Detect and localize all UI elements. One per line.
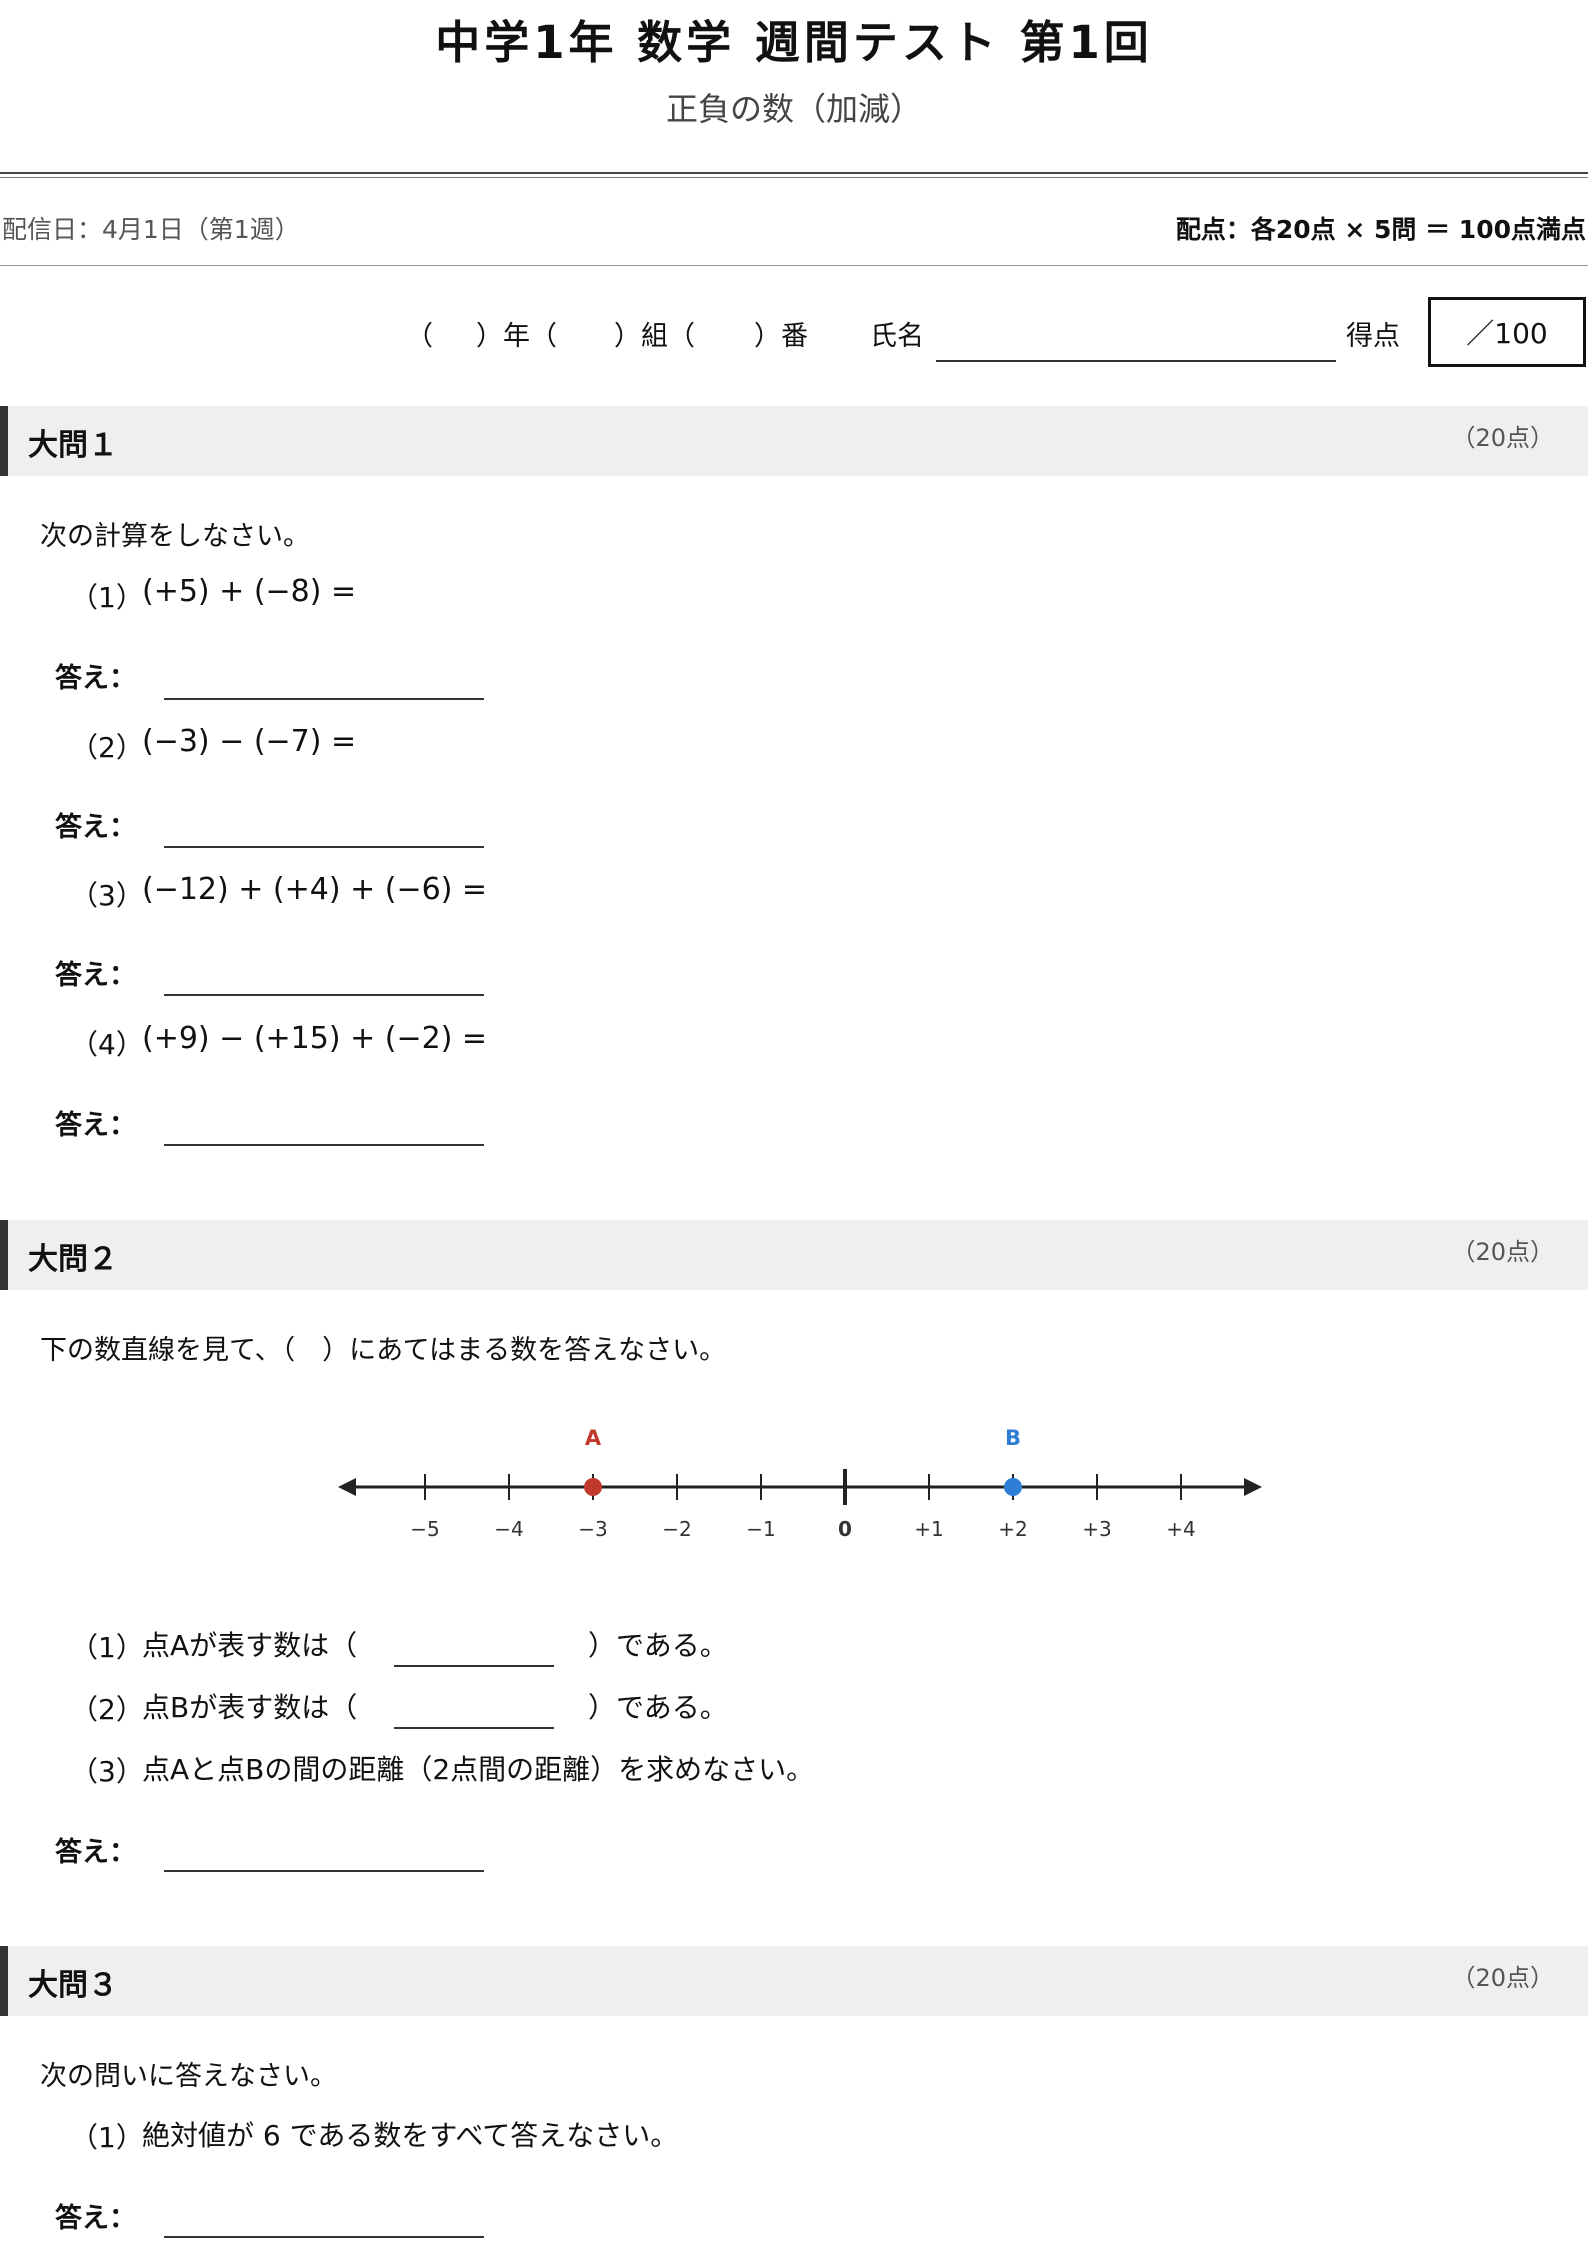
name-field[interactable] <box>936 360 1336 362</box>
question-text: 点Aが表す数は（ <box>142 1629 358 1662</box>
number-line: −5 −4 −3 −2 −1 0 +1 +2 +3 +4 A B <box>338 1426 1262 1541</box>
number-label: ）番 <box>754 321 808 352</box>
section-instruction-1: 次の計算をしなさい。 <box>40 521 310 552</box>
section-header-1 <box>0 406 1588 476</box>
answer-field[interactable] <box>164 698 484 700</box>
year-label: ）年（ <box>476 321 557 352</box>
tick-label: −2 <box>662 1517 691 1541</box>
blank-field[interactable] <box>394 1727 554 1729</box>
answer-label: 答え： <box>55 960 136 991</box>
tick-label: +1 <box>914 1517 943 1541</box>
tick-label: −1 <box>746 1517 775 1541</box>
question-text: (−12) + (+4) + (−6) = <box>142 872 488 907</box>
delivery-date: 配信日：4月1日（第1週） <box>2 215 300 244</box>
tick-label: +3 <box>1082 1517 1111 1541</box>
question-text-suffix: ）である。 <box>588 1691 728 1724</box>
question-number: （4） <box>70 1028 144 1061</box>
tick-label: +2 <box>998 1517 1027 1541</box>
section-instruction-2: 下の数直線を見て、（ ）にあてはまる数を答えなさい。 <box>40 1335 727 1366</box>
point-a-marker <box>584 1478 602 1496</box>
score-label: 得点 <box>1346 321 1400 352</box>
question-text: (+9) − (+15) + (−2) = <box>142 1021 488 1056</box>
point-b-marker <box>1004 1478 1022 1496</box>
question-number: （1） <box>70 2121 144 2154</box>
page-subtitle: 正負の数（加減） <box>665 90 922 128</box>
arrow-right-icon <box>1244 1478 1262 1496</box>
question-text: 点Bが表す数は（ <box>142 1691 358 1724</box>
answer-field[interactable] <box>164 1870 484 1872</box>
question-text: (−3) − (−7) = <box>142 724 357 759</box>
point-a-label: A <box>585 1426 602 1450</box>
question-text: 絶対値が 6 である数をすべて答えなさい。 <box>142 2119 679 2152</box>
section-title-2: 大問２ <box>28 1242 118 1277</box>
question-number: （1） <box>70 1631 144 1664</box>
year-open-paren: （ <box>406 321 433 352</box>
section-points-1: （20点） <box>1451 424 1554 452</box>
question-text: (+5) + (−8) = <box>142 574 357 609</box>
tick-label: −4 <box>494 1517 523 1541</box>
scoring-info: 配点：各20点 × 5問 ＝ 100点満点 <box>1175 215 1586 244</box>
answer-field[interactable] <box>164 2236 484 2238</box>
answer-field[interactable] <box>164 994 484 996</box>
name-label: 氏名 <box>870 321 924 352</box>
question-number: （3） <box>70 879 144 912</box>
header-divider <box>0 172 1588 174</box>
section-title-1: 大問１ <box>28 428 118 463</box>
answer-label: 答え： <box>55 663 136 694</box>
section-header-2 <box>0 1220 1588 1290</box>
answer-field[interactable] <box>164 846 484 848</box>
tick-label: −3 <box>578 1517 607 1541</box>
section-title-3: 大問３ <box>28 1968 118 2003</box>
question-number: （3） <box>70 1755 144 1788</box>
question-number: （2） <box>70 1693 144 1726</box>
point-b-label: B <box>1005 1426 1021 1450</box>
page-title: 中学1年 数学 週間テスト 第1回 <box>435 16 1153 69</box>
arrow-left-icon <box>338 1478 356 1496</box>
section-header-3 <box>0 1946 1588 2016</box>
tick-label: +4 <box>1166 1517 1195 1541</box>
meta-divider <box>0 265 1588 266</box>
section-points-3: （20点） <box>1451 1964 1554 1992</box>
answer-label: 答え： <box>55 1837 136 1868</box>
answer-label: 答え： <box>55 1110 136 1141</box>
question-text-suffix: ）である。 <box>588 1629 728 1662</box>
score-box: ／100 <box>1428 297 1586 367</box>
question-number: （1） <box>70 581 144 614</box>
section-points-2: （20点） <box>1451 1238 1554 1266</box>
tick-label: 0 <box>838 1517 852 1541</box>
tick-label: −5 <box>410 1517 439 1541</box>
answer-label: 答え： <box>55 2203 136 2234</box>
question-text: 点Aと点Bの間の距離（2点間の距離）を求めなさい。 <box>142 1753 815 1786</box>
class-label: ）組（ <box>614 321 695 352</box>
section-instruction-3: 次の問いに答えなさい。 <box>40 2061 337 2092</box>
blank-field[interactable] <box>394 1665 554 1667</box>
question-number: （2） <box>70 731 144 764</box>
answer-field[interactable] <box>164 1144 484 1146</box>
header-divider-thin <box>0 177 1588 178</box>
answer-label: 答え： <box>55 812 136 843</box>
